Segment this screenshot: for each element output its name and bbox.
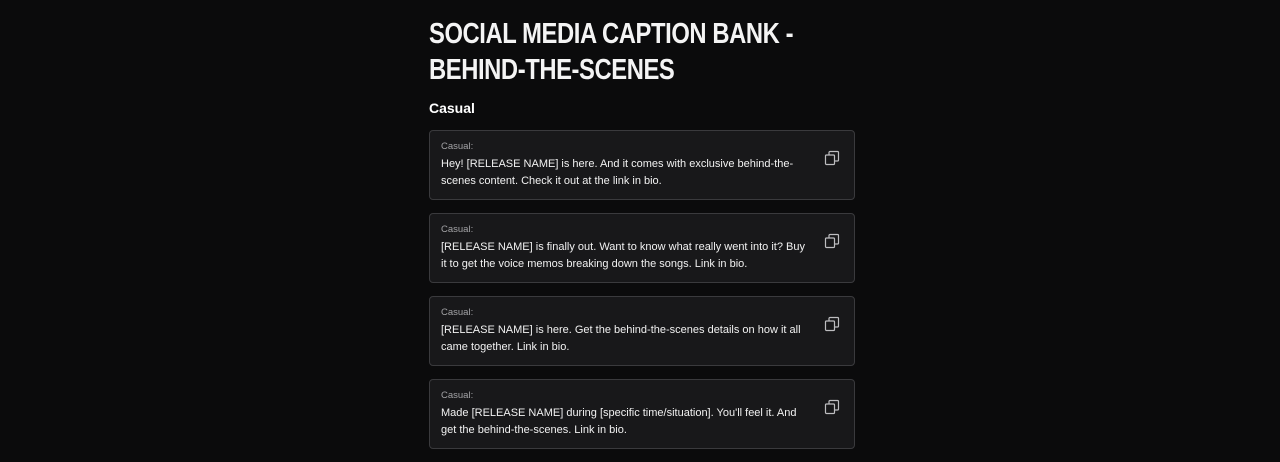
caption-label: Casual:: [441, 390, 474, 401]
copy-button[interactable]: [824, 232, 842, 250]
copy-icon: [824, 399, 842, 415]
main-content: SOCIAL MEDIA CAPTION BANK - BEHIND-THE-S…: [429, 16, 855, 449]
copy-icon: [824, 233, 842, 249]
copy-button[interactable]: [824, 398, 842, 416]
caption-label: Casual:: [441, 307, 474, 318]
copy-icon: [824, 316, 842, 332]
caption-card: Casual: Hey! [RELEASE NAME] is here. And…: [429, 130, 855, 200]
section-heading: Casual: [429, 100, 475, 116]
caption-card: Casual: Made [RELEASE NAME] during [spec…: [429, 379, 855, 449]
caption-label: Casual:: [441, 141, 474, 152]
copy-button[interactable]: [824, 149, 842, 167]
copy-button[interactable]: [824, 315, 842, 333]
caption-text[interactable]: Made [RELEASE NAME] during [specific tim…: [441, 405, 806, 439]
copy-icon: [824, 150, 842, 166]
caption-label: Casual:: [441, 224, 474, 235]
caption-card: Casual: [RELEASE NAME] is finally out. W…: [429, 213, 855, 283]
caption-text[interactable]: [RELEASE NAME] is here. Get the behind-t…: [441, 322, 806, 356]
page-title: SOCIAL MEDIA CAPTION BANK - BEHIND-THE-S…: [429, 18, 794, 86]
caption-list: Casual: Hey! [RELEASE NAME] is here. And…: [429, 130, 855, 462]
caption-text[interactable]: [RELEASE NAME] is finally out. Want to k…: [441, 239, 806, 273]
caption-card: Casual: [RELEASE NAME] is here. Get the …: [429, 296, 855, 366]
caption-text[interactable]: Hey! [RELEASE NAME] is here. And it come…: [441, 156, 806, 190]
